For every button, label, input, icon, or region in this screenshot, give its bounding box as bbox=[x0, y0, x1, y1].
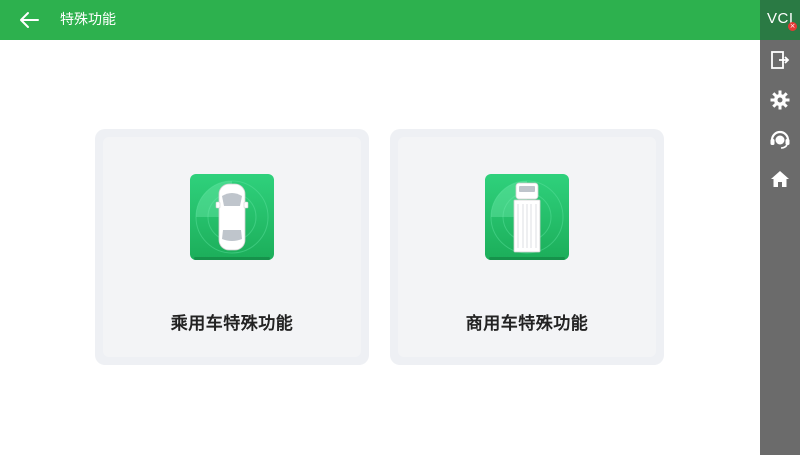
settings-button[interactable] bbox=[768, 88, 792, 112]
commercial-truck-icon bbox=[485, 174, 569, 260]
home-icon bbox=[771, 171, 789, 187]
card-inner: 商用车特殊功能 bbox=[398, 137, 656, 357]
vci-disconnected-badge: × bbox=[788, 22, 797, 31]
top-app-bar: 特殊功能 bbox=[0, 0, 760, 40]
card-inner: 乘用车特殊功能 bbox=[103, 137, 361, 357]
page-title: 特殊功能 bbox=[60, 12, 116, 28]
headset-support-icon bbox=[770, 130, 790, 149]
card-label: 乘用车特殊功能 bbox=[170, 314, 294, 334]
gear-icon bbox=[770, 90, 790, 110]
side-rail: VCI × bbox=[760, 0, 800, 455]
arrow-left-icon bbox=[20, 12, 39, 28]
vci-status-button[interactable]: VCI × bbox=[760, 0, 800, 40]
support-button[interactable] bbox=[768, 127, 792, 151]
passenger-car-card[interactable]: 乘用车特殊功能 bbox=[95, 129, 369, 365]
passenger-car-icon bbox=[190, 174, 274, 260]
home-button[interactable] bbox=[768, 167, 792, 191]
exit-button[interactable] bbox=[768, 48, 792, 72]
exit-icon bbox=[771, 51, 790, 69]
commercial-vehicle-card[interactable]: 商用车特殊功能 bbox=[390, 129, 664, 365]
back-button[interactable] bbox=[14, 6, 44, 34]
card-label: 商用车特殊功能 bbox=[465, 314, 589, 334]
